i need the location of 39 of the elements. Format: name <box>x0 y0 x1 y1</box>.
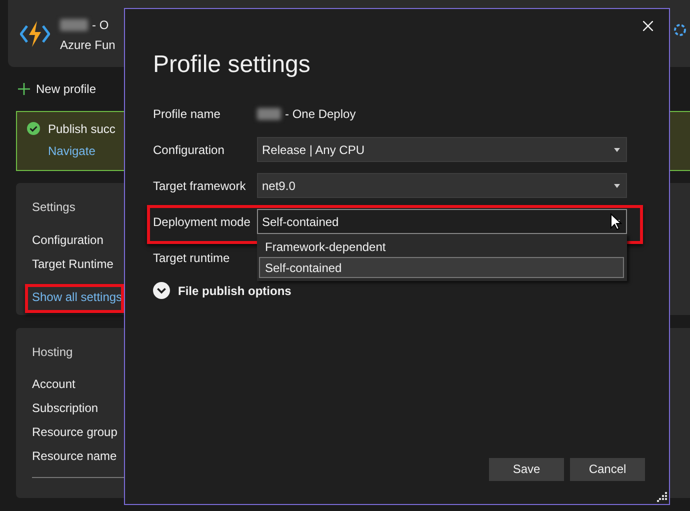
field-label: Target framework <box>153 178 247 192</box>
dialog-button[interactable]: Save <box>489 458 564 481</box>
navigate-link[interactable]: Navigate <box>48 144 96 158</box>
resize-grip-icon[interactable] <box>657 492 667 502</box>
field-label: Profile name <box>153 106 222 120</box>
settings-icon[interactable] <box>672 22 688 38</box>
mouse-cursor-icon <box>610 213 622 231</box>
dropdown[interactable]: Self-contained <box>257 209 627 234</box>
lightning-bolt-icon <box>20 20 50 48</box>
banner-message: Publish succ <box>48 122 116 136</box>
plus-icon <box>18 83 30 95</box>
file-publish-options-toggle[interactable]: File publish options <box>153 282 625 299</box>
section-heading: Hosting <box>32 345 73 359</box>
dropdown[interactable]: net9.0 <box>257 173 627 198</box>
chevron-icon <box>153 282 170 299</box>
field-value: - One Deploy <box>285 106 356 120</box>
new-profile-button[interactable]: New profile <box>18 81 690 97</box>
setting-label: Configuration <box>32 233 104 247</box>
dialog-title: Profile settings <box>153 51 312 79</box>
field-label: Configuration <box>153 142 226 156</box>
field-label: Target runtime <box>153 250 231 264</box>
caret-icon <box>614 148 620 152</box>
success-check-icon <box>27 122 40 135</box>
setting-label: Target Runtime <box>32 257 114 271</box>
field-label: Deployment mode <box>153 214 252 228</box>
show-all-settings-link[interactable]: Show all settings <box>32 290 122 304</box>
hosting-label: Subscription <box>32 401 98 415</box>
hosting-label: Resource name <box>32 449 117 463</box>
dropdown-option[interactable]: Framework-dependent <box>259 236 624 257</box>
profile-subtitle: Azure Fun <box>60 38 116 52</box>
profile-title: - O <box>92 18 109 32</box>
dropdown-option[interactable]: Self-contained <box>259 257 624 278</box>
caret-icon <box>614 184 620 188</box>
hosting-label: Resource group <box>32 425 118 439</box>
section-heading: Settings <box>32 200 76 214</box>
dropdown[interactable]: Release | Any CPU <box>257 137 627 162</box>
close-icon <box>643 21 653 31</box>
dialog-button[interactable]: Cancel <box>570 458 645 481</box>
hosting-label: Account <box>32 377 76 391</box>
